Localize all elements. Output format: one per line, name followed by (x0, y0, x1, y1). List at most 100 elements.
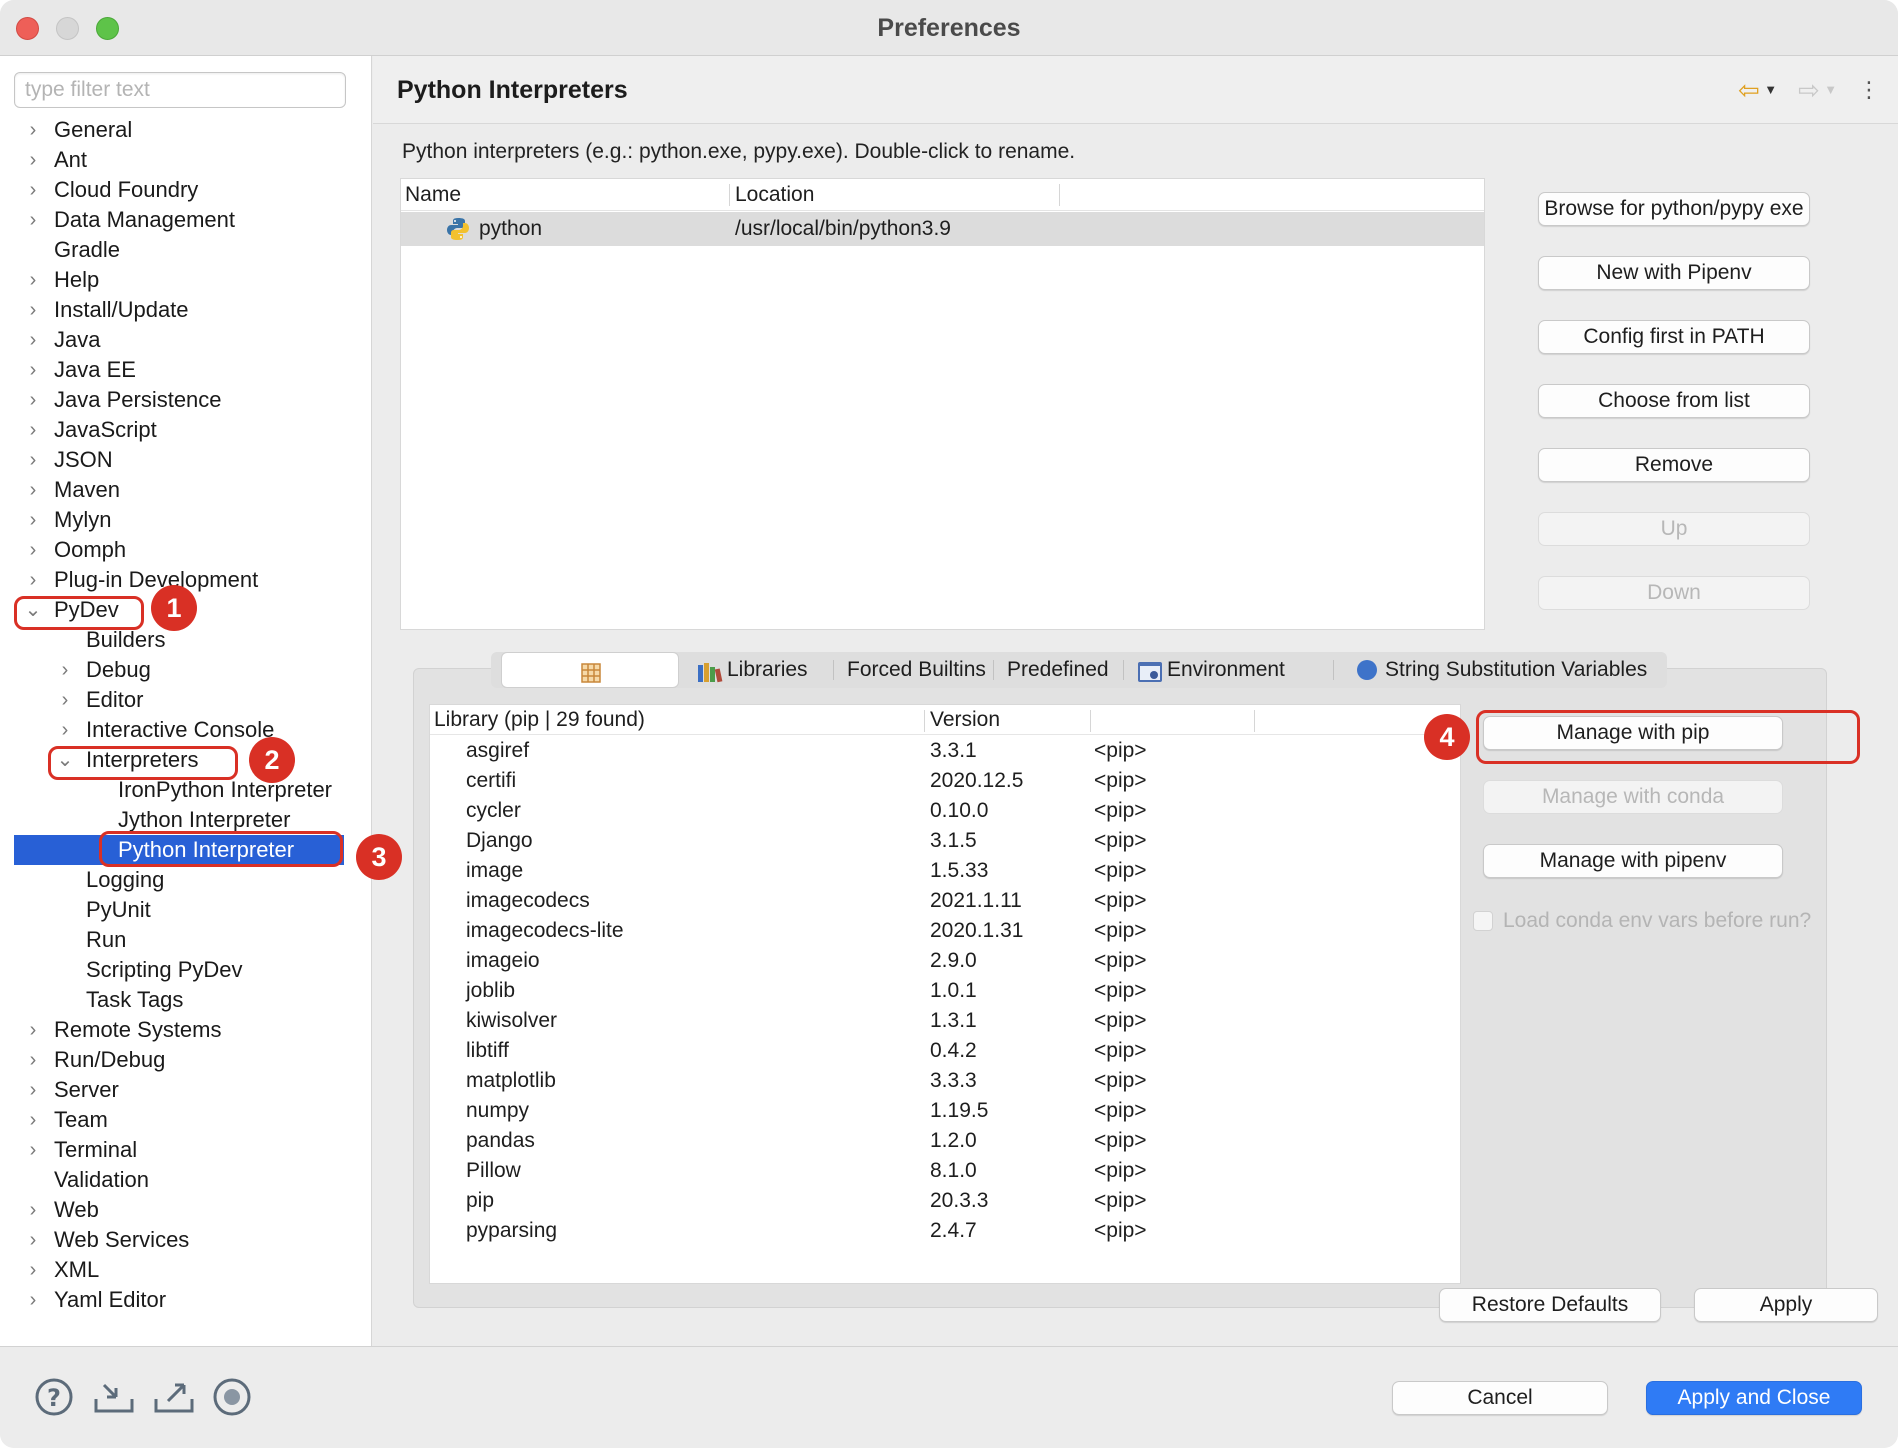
table-row[interactable]: certifi 2020.12.5 <pip> (430, 766, 1460, 796)
new-with-pipenv-button[interactable]: New with Pipenv (1538, 256, 1810, 290)
column-header-location[interactable]: Location (735, 179, 814, 211)
chevron-right-icon[interactable]: › (56, 715, 74, 745)
help-icon[interactable]: ? (34, 1377, 74, 1417)
tree-item[interactable]: › Web (0, 1195, 371, 1225)
table-row[interactable]: asgiref 3.3.1 <pip> (430, 736, 1460, 766)
up-button[interactable]: Up (1538, 512, 1810, 546)
cancel-button[interactable]: Cancel (1392, 1381, 1608, 1415)
tab-predefined[interactable]: Predefined (1007, 652, 1109, 688)
interpreter-row[interactable]: python /usr/local/bin/python3.9 (401, 212, 1484, 246)
chevron-right-icon[interactable]: › (24, 1135, 42, 1165)
column-header-name[interactable]: Name (405, 179, 461, 211)
tree-item[interactable]: › Team (0, 1105, 371, 1135)
tree-item-debug[interactable]: › Debug (0, 655, 371, 685)
tree-item[interactable]: › Java EE (0, 355, 371, 385)
more-menu-icon[interactable]: ⋮ (1858, 74, 1880, 106)
tree-item[interactable]: › Ant (0, 145, 371, 175)
config-first-in-path-button[interactable]: Config first in PATH (1538, 320, 1810, 354)
chevron-right-icon[interactable]: › (24, 475, 42, 505)
chevron-right-icon[interactable]: › (24, 295, 42, 325)
chevron-right-icon[interactable]: › (24, 1285, 42, 1315)
tree-item[interactable]: › Help (0, 265, 371, 295)
chevron-right-icon[interactable]: › (24, 565, 42, 595)
load-conda-env-checkbox[interactable] (1473, 911, 1493, 931)
tree-item-editor[interactable]: › Editor (0, 685, 371, 715)
chevron-right-icon[interactable]: › (24, 355, 42, 385)
tab-forced-builtins[interactable]: Forced Builtins (847, 652, 986, 688)
chevron-right-icon[interactable]: › (24, 145, 42, 175)
tree-item[interactable]: › General (0, 115, 371, 145)
apply-button[interactable]: Apply (1694, 1288, 1878, 1322)
table-row[interactable]: kiwisolver 1.3.1 <pip> (430, 1006, 1460, 1036)
chevron-right-icon[interactable]: › (24, 265, 42, 295)
tab-libraries[interactable]: Libraries (697, 652, 808, 688)
tree-item[interactable]: › Terminal (0, 1135, 371, 1165)
tree-item[interactable]: › Cloud Foundry (0, 175, 371, 205)
tree-item[interactable]: Scripting PyDev (0, 955, 371, 985)
tab-environment[interactable]: Environment (1137, 652, 1285, 688)
chevron-right-icon[interactable]: › (24, 1045, 42, 1075)
load-conda-env-option[interactable]: Load conda env vars before run? (1473, 906, 1813, 936)
forward-menu-chevron-icon[interactable]: ▼ (1824, 74, 1837, 106)
tree-item[interactable]: › Maven (0, 475, 371, 505)
tree-item[interactable]: Validation (0, 1165, 371, 1195)
chevron-right-icon[interactable]: › (24, 1075, 42, 1105)
table-row[interactable]: libtiff 0.4.2 <pip> (430, 1036, 1460, 1066)
chevron-right-icon[interactable]: › (24, 1195, 42, 1225)
import-icon[interactable] (92, 1377, 134, 1417)
chevron-right-icon[interactable]: › (24, 535, 42, 565)
export-icon[interactable] (152, 1377, 194, 1417)
chevron-right-icon[interactable]: › (24, 325, 42, 355)
chevron-right-icon[interactable]: › (24, 1105, 42, 1135)
remove-button[interactable]: Remove (1538, 448, 1810, 482)
apply-and-close-button[interactable]: Apply and Close (1646, 1381, 1862, 1415)
tree-item-interactive-console[interactable]: › Interactive Console (0, 715, 371, 745)
table-row[interactable]: pyparsing 2.4.7 <pip> (430, 1216, 1460, 1246)
tree-item[interactable]: › Java (0, 325, 371, 355)
chevron-right-icon[interactable]: › (24, 115, 42, 145)
tree-item[interactable]: › Web Services (0, 1225, 371, 1255)
tree-item[interactable]: › Data Management (0, 205, 371, 235)
tree-item[interactable]: › Server (0, 1075, 371, 1105)
table-row[interactable]: imagecodecs-lite 2020.1.31 <pip> (430, 916, 1460, 946)
table-row[interactable]: matplotlib 3.3.3 <pip> (430, 1066, 1460, 1096)
chevron-right-icon[interactable]: › (56, 685, 74, 715)
table-row[interactable]: image 1.5.33 <pip> (430, 856, 1460, 886)
tree-item[interactable]: › Yaml Editor (0, 1285, 371, 1315)
chevron-right-icon[interactable]: › (24, 1255, 42, 1285)
table-row[interactable]: pip 20.3.3 <pip> (430, 1186, 1460, 1216)
chevron-right-icon[interactable]: › (24, 445, 42, 475)
tree-item[interactable]: Logging (0, 865, 371, 895)
column-header-version[interactable]: Version (930, 705, 1000, 735)
tab-string-substitution[interactable]: String Substitution Variables (1357, 652, 1647, 688)
tab-packages[interactable] (501, 652, 679, 688)
filter-input[interactable] (14, 72, 346, 108)
tree-item[interactable]: › Install/Update (0, 295, 371, 325)
back-menu-chevron-icon[interactable]: ▼ (1764, 74, 1777, 106)
down-button[interactable]: Down (1538, 576, 1810, 610)
tree-item[interactable]: › JavaScript (0, 415, 371, 445)
tree-item[interactable]: › XML (0, 1255, 371, 1285)
manage-with-conda-button[interactable]: Manage with conda (1483, 780, 1783, 814)
back-arrow-icon[interactable]: ⇦ (1738, 74, 1760, 106)
tree-item[interactable]: › Run/Debug (0, 1045, 371, 1075)
record-icon[interactable] (212, 1377, 252, 1417)
table-row[interactable]: imageio 2.9.0 <pip> (430, 946, 1460, 976)
chevron-right-icon[interactable]: › (24, 1015, 42, 1045)
tree-item[interactable]: › Oomph (0, 535, 371, 565)
table-row[interactable]: imagecodecs 2021.1.11 <pip> (430, 886, 1460, 916)
table-row[interactable]: Pillow 8.1.0 <pip> (430, 1156, 1460, 1186)
tree-item[interactable]: › JSON (0, 445, 371, 475)
choose-from-list-button[interactable]: Choose from list (1538, 384, 1810, 418)
tree-item[interactable]: PyUnit (0, 895, 371, 925)
column-header-library[interactable]: Library (pip | 29 found) (434, 705, 645, 735)
tree-item[interactable]: Task Tags (0, 985, 371, 1015)
chevron-right-icon[interactable]: › (56, 655, 74, 685)
browse-python-button[interactable]: Browse for python/pypy exe (1538, 192, 1810, 226)
chevron-right-icon[interactable]: › (24, 205, 42, 235)
restore-defaults-button[interactable]: Restore Defaults (1439, 1288, 1661, 1322)
chevron-right-icon[interactable]: › (24, 415, 42, 445)
chevron-right-icon[interactable]: › (24, 505, 42, 535)
table-row[interactable]: Django 3.1.5 <pip> (430, 826, 1460, 856)
chevron-right-icon[interactable]: › (24, 385, 42, 415)
